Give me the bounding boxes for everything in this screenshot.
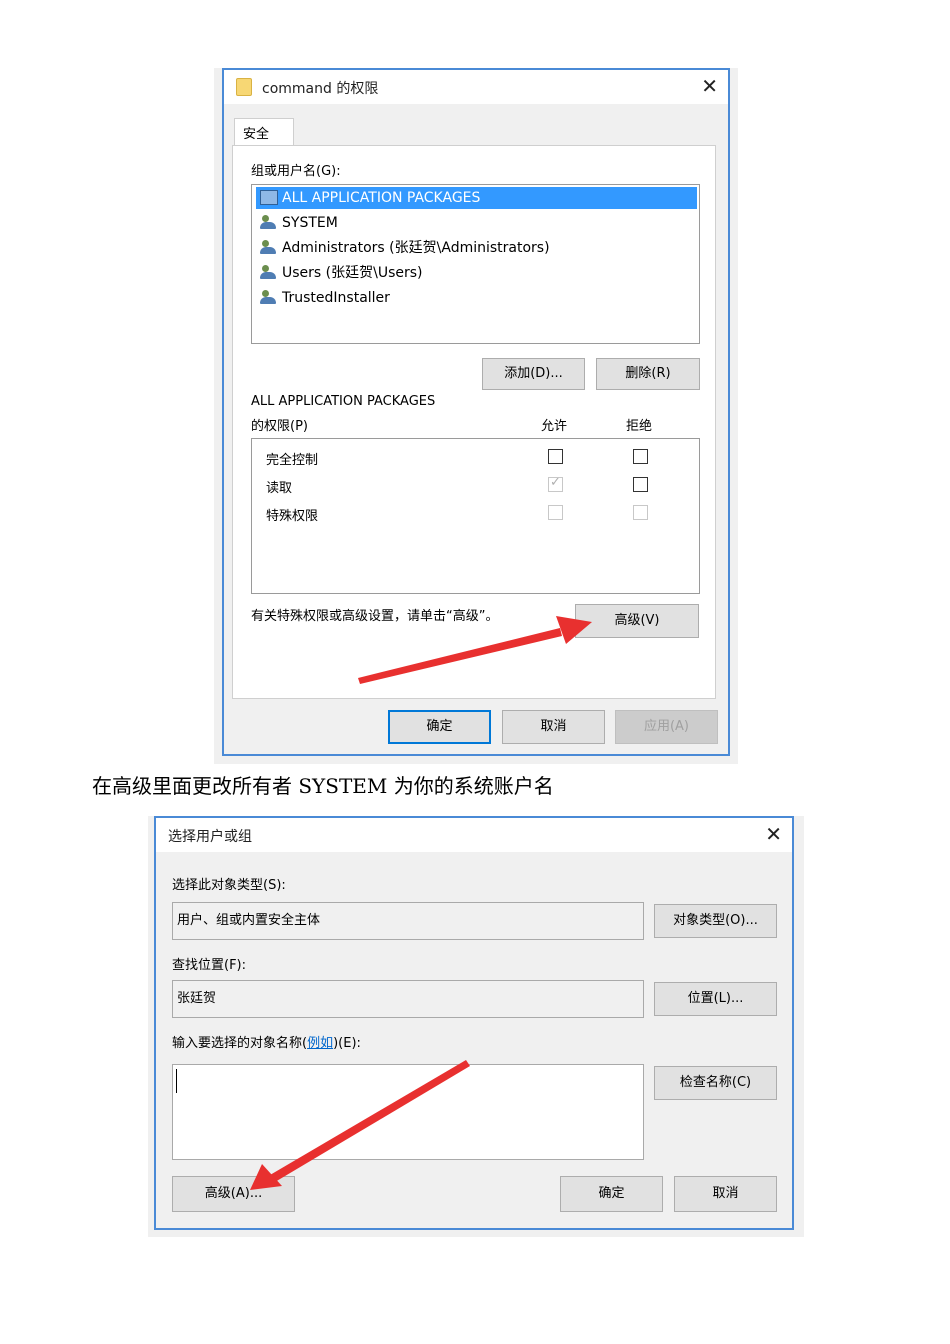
allow-special-checkbox [548, 505, 563, 520]
permissions-titlebar: command 的权限 ✕ [224, 70, 728, 104]
allow-full-control-checkbox[interactable] [548, 449, 563, 464]
ok-button[interactable]: 确定 [560, 1176, 663, 1212]
deny-read-checkbox[interactable] [633, 477, 648, 492]
check-names-button[interactable]: 检查名称(C) [654, 1066, 777, 1100]
tab-security-label: 安全 [243, 127, 270, 142]
permission-name: 读取 [266, 481, 293, 496]
folder-icon [236, 78, 252, 96]
location-field: 张廷贺 [172, 980, 644, 1018]
permissions-list: 完全控制 读取 ✓ 特殊权限 [251, 438, 700, 594]
examples-link[interactable]: 例如 [307, 1036, 333, 1051]
enter-names-label: 输入要选择的对象名称(例如)(E): [172, 1036, 361, 1051]
user-group-icon [260, 290, 278, 305]
deny-header: 拒绝 [626, 419, 653, 434]
object-type-label: 选择此对象类型(S): [172, 878, 286, 893]
select-user-screenshot: 选择用户或组 ✕ 选择此对象类型(S): 用户、组或内置安全主体 对象类型(O)… [148, 816, 804, 1237]
permission-name: 特殊权限 [266, 509, 319, 524]
object-type-field: 用户、组或内置安全主体 [172, 902, 644, 940]
object-types-button[interactable]: 对象类型(O)... [654, 904, 777, 938]
list-item[interactable]: SYSTEM [256, 212, 697, 234]
apply-button: 应用(A) [615, 710, 718, 744]
permissions-dialog: command 的权限 ✕ 安全 组或用户名(G): ALL APPLICATI… [222, 68, 730, 756]
group-label: 组或用户名(G): [251, 164, 341, 179]
user-group-icon [260, 265, 278, 280]
close-icon[interactable]: ✕ [765, 822, 782, 846]
dialog-title: command 的权限 [262, 81, 379, 97]
security-panel: 组或用户名(G): ALL APPLICATION PACKAGES SYSTE… [232, 145, 716, 699]
user-group-icon [260, 240, 278, 255]
permission-name: 完全控制 [266, 453, 319, 468]
instruction-caption: 在高级里面更改所有者 SYSTEM 为你的系统账户名 [92, 774, 554, 798]
principals-list[interactable]: ALL APPLICATION PACKAGES SYSTEM Administ… [251, 184, 700, 344]
location-label: 查找位置(F): [172, 958, 247, 973]
permissions-for-label: ALL APPLICATION PACKAGES [251, 394, 436, 409]
tab-security[interactable]: 安全 [234, 118, 294, 146]
locations-button[interactable]: 位置(L)... [654, 982, 777, 1016]
deny-full-control-checkbox[interactable] [633, 449, 648, 464]
permissions-body: 安全 组或用户名(G): ALL APPLICATION PACKAGES SY… [224, 104, 728, 754]
package-icon [260, 190, 278, 205]
permissions-screenshot: command 的权限 ✕ 安全 组或用户名(G): ALL APPLICATI… [214, 68, 738, 764]
object-names-input[interactable] [172, 1064, 644, 1160]
close-icon[interactable]: ✕ [701, 74, 718, 98]
select-user-titlebar: 选择用户或组 ✕ [156, 818, 792, 852]
add-button[interactable]: 添加(D)... [482, 358, 585, 390]
permissions-label: 的权限(P) [251, 419, 308, 434]
list-item[interactable]: ALL APPLICATION PACKAGES [256, 187, 697, 209]
text-caret [176, 1069, 177, 1093]
allow-header: 允许 [541, 419, 568, 434]
advanced-button[interactable]: 高级(V) [575, 604, 699, 638]
dialog-title: 选择用户或组 [168, 829, 252, 845]
advanced-button[interactable]: 高级(A)... [172, 1176, 295, 1212]
select-user-dialog: 选择用户或组 ✕ 选择此对象类型(S): 用户、组或内置安全主体 对象类型(O)… [154, 816, 794, 1230]
deny-special-checkbox [633, 505, 648, 520]
advanced-hint: 有关特殊权限或高级设置，请单击“高级”。 [251, 609, 499, 624]
cancel-button[interactable]: 取消 [674, 1176, 777, 1212]
list-item[interactable]: Administrators (张廷贺\Administrators) [256, 237, 697, 259]
select-user-body: 选择此对象类型(S): 用户、组或内置安全主体 对象类型(O)... 查找位置(… [156, 852, 792, 1228]
cancel-button[interactable]: 取消 [502, 710, 605, 744]
checkmark-icon: ✓ [550, 475, 561, 490]
list-item[interactable]: Users (张廷贺\Users) [256, 262, 697, 284]
ok-button[interactable]: 确定 [388, 710, 491, 744]
list-item[interactable]: TrustedInstaller [256, 287, 697, 309]
allow-read-checkbox: ✓ [548, 475, 563, 492]
remove-button[interactable]: 删除(R) [596, 358, 700, 390]
user-group-icon [260, 215, 278, 230]
